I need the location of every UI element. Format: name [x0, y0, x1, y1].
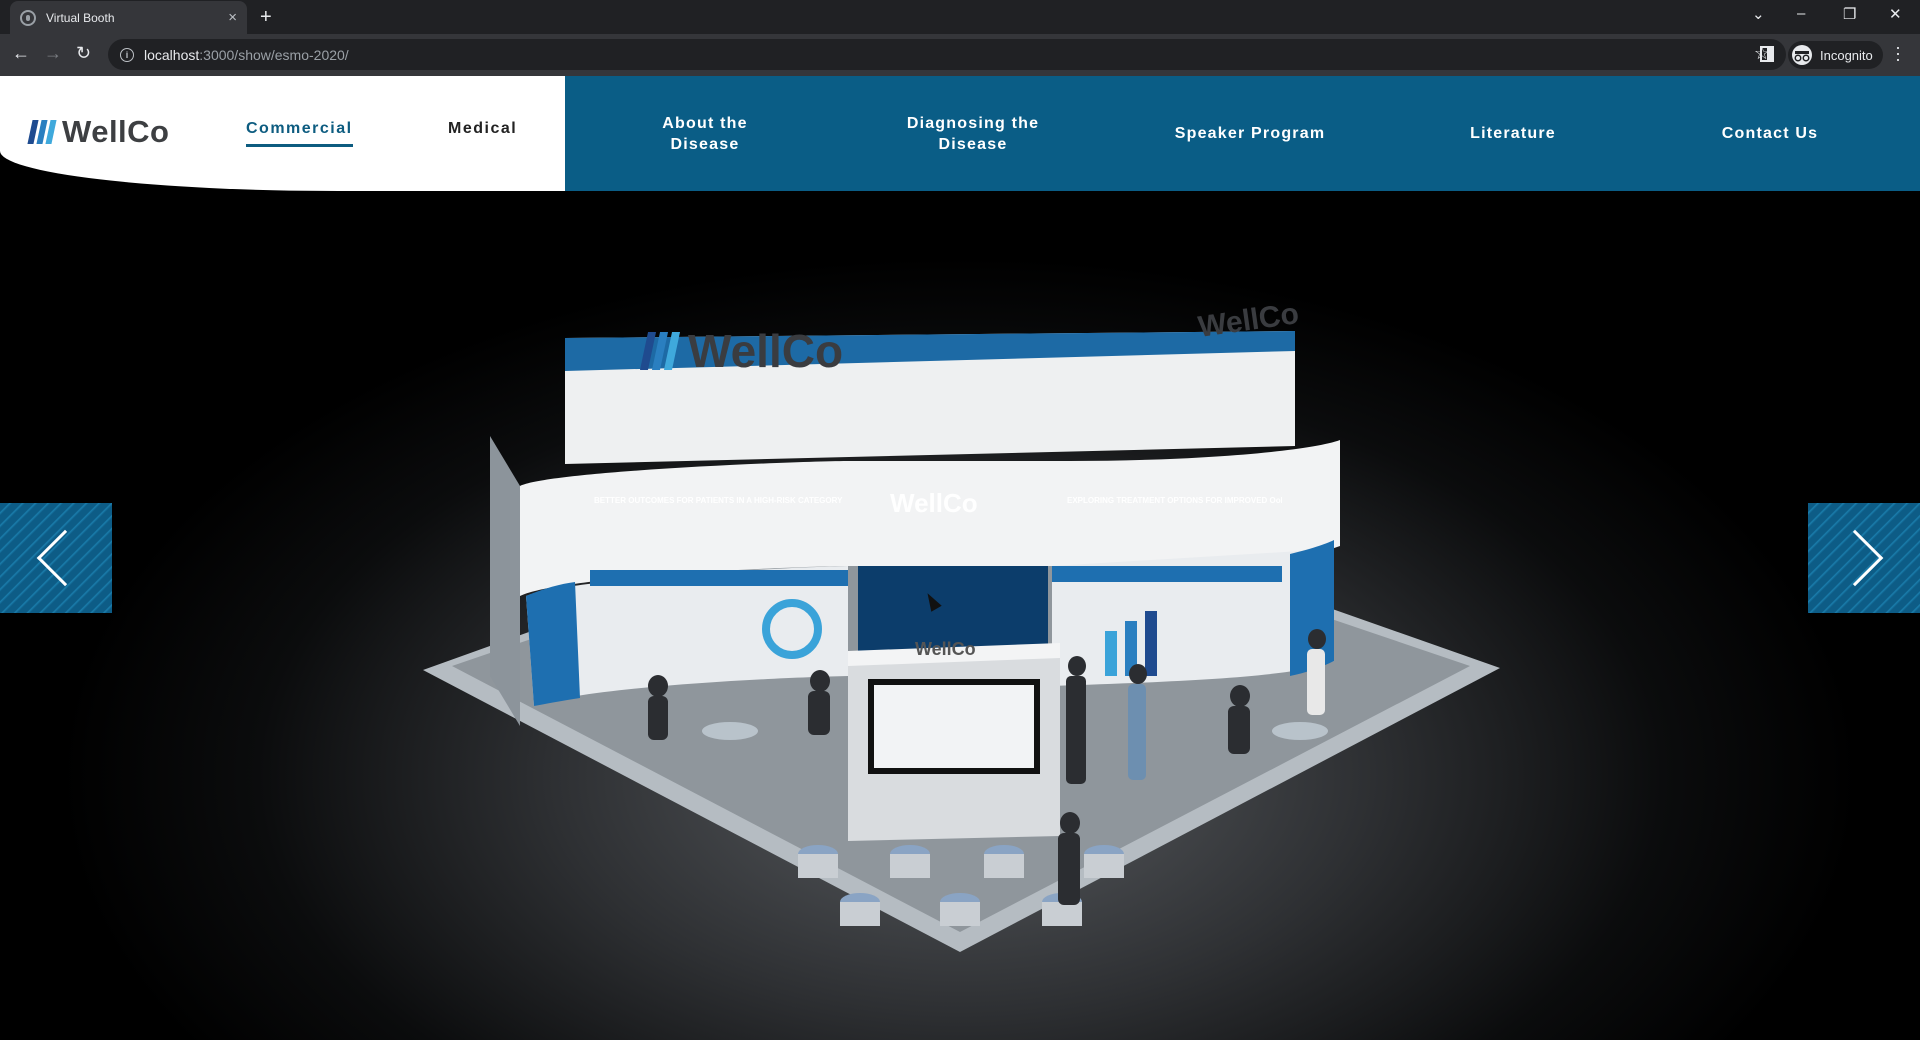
site-header-left: WellCo Commercial Medical: [0, 76, 565, 191]
side-panel-icon[interactable]: [1760, 46, 1774, 62]
browser-toolbar: ← → ↻ i localhost:3000/show/esmo-2020/ ☆…: [0, 34, 1920, 76]
tab-close-icon[interactable]: ×: [228, 9, 237, 26]
reload-icon[interactable]: ↻: [76, 43, 91, 64]
wellco-logo[interactable]: WellCo: [27, 114, 170, 150]
previous-view-button[interactable]: [0, 503, 112, 613]
booth-screen-logo: WellCo: [915, 639, 976, 659]
forward-arrow-icon[interactable]: →: [44, 43, 62, 64]
url-host: localhost: [144, 46, 200, 63]
wellco-logo-icon: [27, 120, 57, 144]
chevron-left-icon: [36, 529, 94, 587]
virtual-booth-page: WellCo WellCo WellCo WellCo BETTER OUTCO…: [0, 76, 1920, 1040]
left-poster-heading: BETTER OUTCOMES FOR PATIENTS IN A HIGH-R…: [594, 496, 843, 505]
address-bar[interactable]: i localhost:3000/show/esmo-2020/ ☆: [108, 39, 1786, 70]
logo-text: WellCo: [62, 114, 170, 149]
nav-speaker-program[interactable]: Speaker Program: [1160, 76, 1340, 191]
booth-scene: [423, 331, 1500, 952]
chevron-right-icon: [1826, 529, 1884, 587]
tab-title: Virtual Booth: [46, 10, 115, 25]
nav-about-the-disease[interactable]: About the Disease: [620, 76, 790, 191]
nav-diagnosing-the-disease[interactable]: Diagnosing the Disease: [883, 76, 1063, 191]
restore-icon[interactable]: ❐: [1843, 5, 1856, 23]
right-poster-heading: EXPLORING TREATMENT OPTIONS FOR IMPROVED…: [1067, 496, 1282, 505]
incognito-profile-button[interactable]: Incognito: [1788, 41, 1883, 69]
site-header-right: About the Disease Diagnosing the Disease S…: [565, 76, 1920, 191]
booth-center-panel-logo: WellCo: [890, 488, 978, 518]
minimize-icon[interactable]: –: [1797, 5, 1805, 22]
profile-label: Incognito: [1820, 47, 1873, 63]
back-arrow-icon[interactable]: ←: [12, 43, 30, 64]
nav-commercial[interactable]: Commercial: [246, 120, 353, 147]
next-view-button[interactable]: [1808, 503, 1920, 613]
browser-tab[interactable]: Virtual Booth ×: [10, 1, 247, 34]
info-icon[interactable]: i: [120, 47, 134, 62]
nav-medical[interactable]: Medical: [448, 120, 517, 138]
nav-contact-us[interactable]: Contact Us: [1695, 76, 1845, 191]
tab-search-icon[interactable]: ⌄: [1752, 5, 1765, 23]
close-window-icon[interactable]: ✕: [1889, 5, 1902, 23]
nav-literature[interactable]: Literature: [1438, 76, 1588, 191]
wellco-logo-icon: [639, 332, 681, 370]
url-path: :3000/show/esmo-2020/: [199, 46, 349, 63]
browser-tabstrip: Virtual Booth × + ⌄ – ❐ ✕: [0, 0, 1920, 34]
new-tab-button[interactable]: +: [260, 6, 272, 29]
booth-main-sign: WellCo: [639, 324, 843, 378]
kebab-menu-icon[interactable]: · · ·: [1895, 38, 1901, 68]
incognito-icon: [1792, 45, 1812, 65]
globe-icon: [20, 9, 36, 26]
